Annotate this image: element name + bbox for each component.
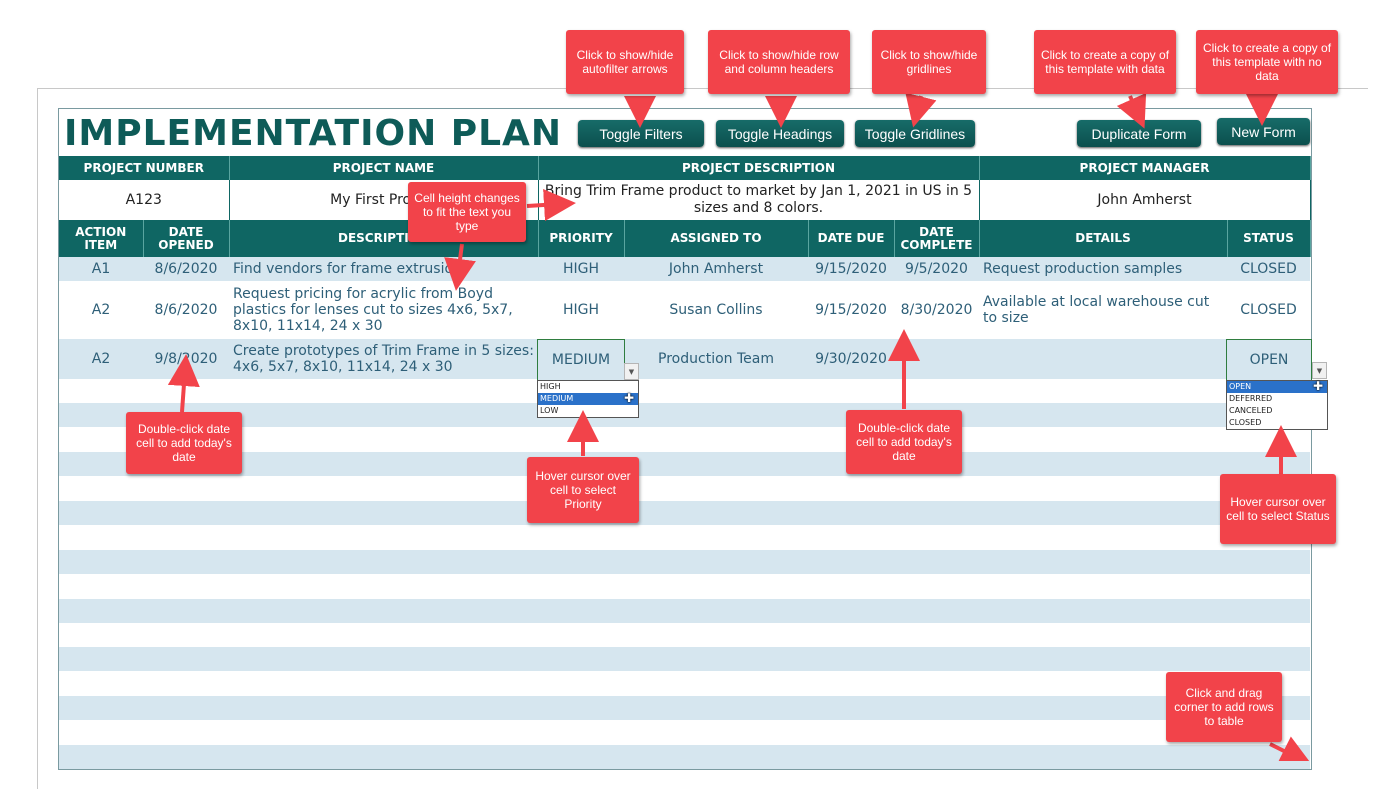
arrow-gridlines (905, 92, 937, 128)
arrow-cell-height-right (526, 188, 576, 221)
callout-headings: Click to show/hide row and column header… (708, 30, 850, 94)
callout-gridlines: Click to show/hide gridlines (872, 30, 986, 94)
callout-priority: Hover cursor over cell to select Priorit… (527, 457, 639, 523)
callout-new-form: Click to create a copy of this template … (1196, 30, 1338, 94)
callout-filters: Click to show/hide autofilter arrows (566, 30, 684, 94)
callout-cell-height: Cell height changes to fit the text you … (408, 182, 526, 242)
callout-duplicate: Click to create a copy of this template … (1034, 30, 1176, 94)
callout-add-rows: Click and drag corner to add rows to tab… (1166, 672, 1282, 742)
callout-status: Hover cursor over cell to select Status (1220, 474, 1336, 544)
arrow-date-opened (167, 354, 200, 413)
callout-date-complete: Double-click date cell to add today's da… (846, 410, 962, 474)
arrow-add-rows (1269, 736, 1313, 761)
arrow-duplicate (1116, 92, 1147, 129)
callout-arrows (167, 92, 1313, 761)
arrow-cell-height-down (444, 243, 476, 291)
callout-date-opened: Double-click date cell to add today's da… (126, 412, 242, 474)
